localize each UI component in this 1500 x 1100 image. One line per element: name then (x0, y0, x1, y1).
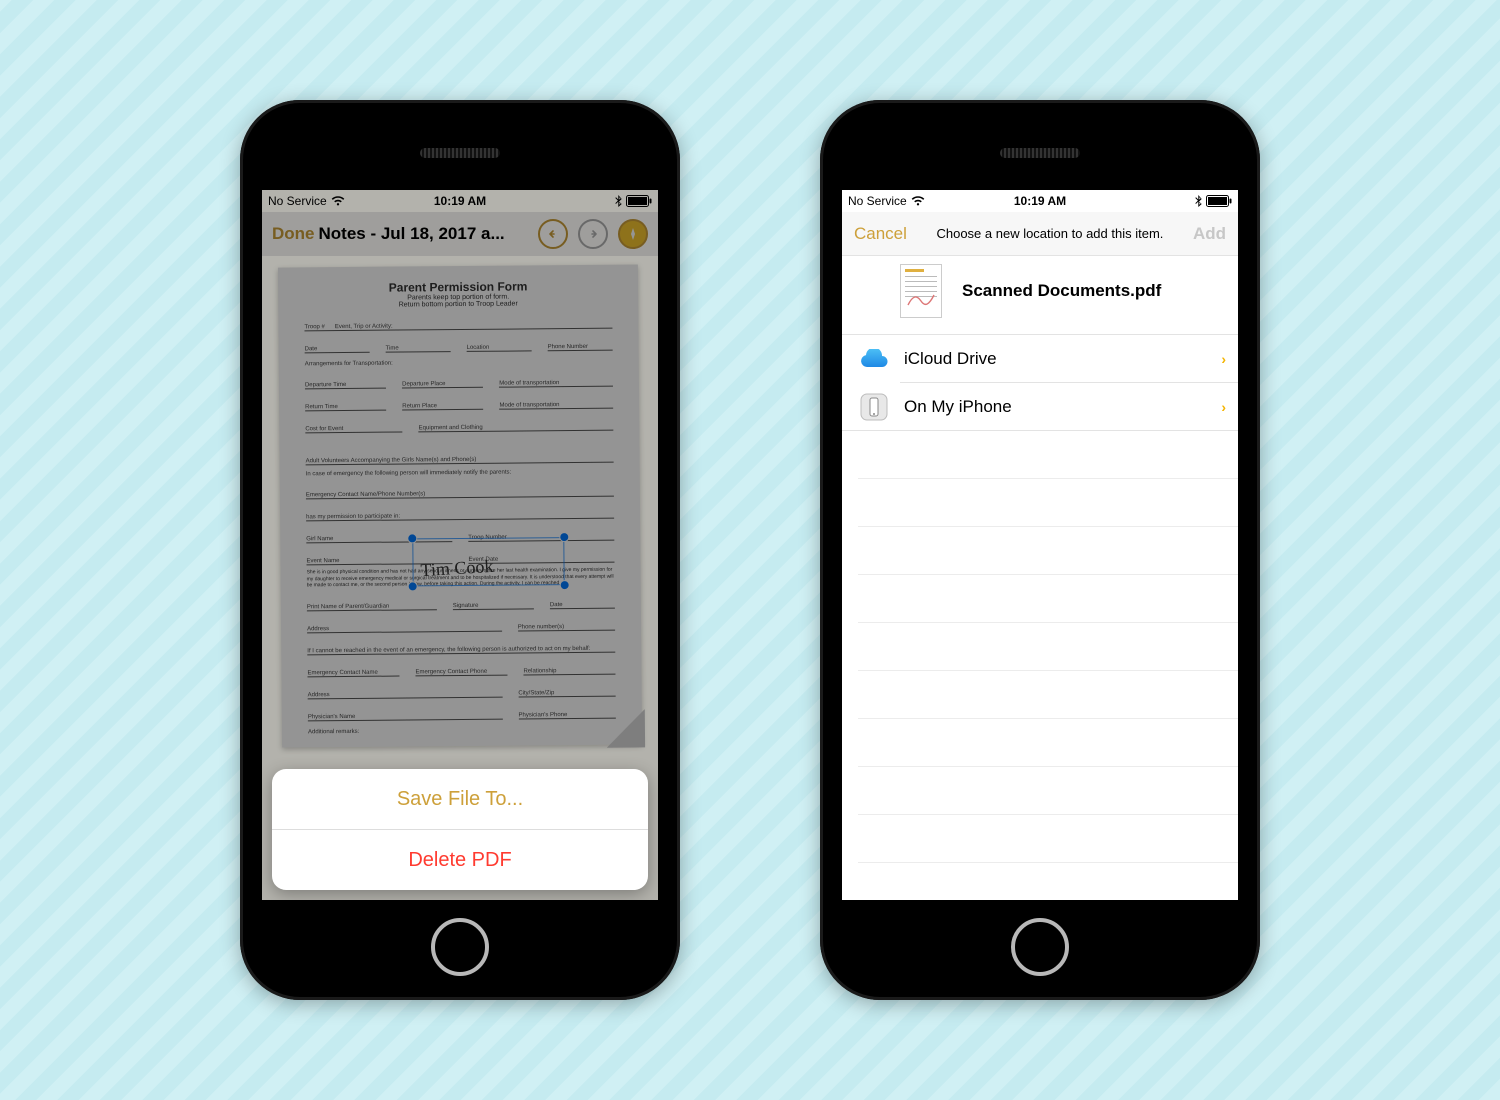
scanned-document-page: Parent Permission Form Parents keep top … (278, 264, 642, 747)
chevron-right-icon: › (1221, 351, 1226, 367)
status-bar: No Service 10:19 AM (842, 190, 1238, 212)
picker-instruction: Choose a new location to add this item. (907, 226, 1193, 241)
location-label: iCloud Drive (904, 349, 1207, 369)
status-time: 10:19 AM (1014, 194, 1066, 208)
list-row-empty (858, 671, 1238, 719)
battery-icon (626, 195, 652, 207)
delete-pdf-button[interactable]: Delete PDF (272, 830, 648, 890)
redo-icon[interactable] (578, 219, 608, 249)
status-time: 10:19 AM (434, 194, 486, 208)
list-row-empty (858, 719, 1238, 767)
battery-icon (1206, 195, 1232, 207)
phone-mockup-left: No Service 10:19 AM Done Notes - Jul 18,… (240, 100, 680, 1000)
list-row-empty (858, 767, 1238, 815)
list-row-empty (858, 623, 1238, 671)
carrier-label: No Service (848, 194, 907, 208)
bluetooth-icon (615, 195, 622, 207)
selection-rect[interactable] (412, 537, 564, 586)
undo-icon[interactable] (538, 219, 568, 249)
add-button-disabled: Add (1193, 224, 1226, 244)
selection-handle-br[interactable] (561, 581, 569, 589)
list-row-empty (858, 479, 1238, 527)
cancel-button[interactable]: Cancel (854, 224, 907, 244)
done-button[interactable]: Done (272, 224, 315, 244)
screen-left: No Service 10:19 AM Done Notes - Jul 18,… (262, 190, 658, 900)
location-icloud-drive[interactable]: iCloud Drive › (842, 335, 1238, 383)
iphone-icon (858, 391, 890, 423)
screen-right: No Service 10:19 AM Cancel Choose a new … (842, 190, 1238, 900)
phone-mockup-right: No Service 10:19 AM Cancel Choose a new … (820, 100, 1260, 1000)
carrier-label: No Service (268, 194, 327, 208)
bluetooth-icon (1195, 195, 1202, 207)
selection-handle-tr[interactable] (560, 533, 568, 541)
selection-handle-bl[interactable] (409, 582, 417, 590)
filename-label: Scanned Documents.pdf (962, 281, 1161, 301)
location-on-my-iphone[interactable]: On My iPhone › (842, 383, 1238, 431)
form-subtitle-2: Return bottom portion to Troop Leader (304, 300, 612, 310)
wifi-icon (911, 196, 925, 206)
phone-speaker (1000, 148, 1080, 158)
list-row-empty (858, 575, 1238, 623)
markup-pen-icon[interactable] (618, 219, 648, 249)
home-button[interactable] (431, 918, 489, 976)
selection-handle-tl[interactable] (408, 534, 416, 542)
document-title: Notes - Jul 18, 2017 a... (319, 224, 505, 244)
save-file-to-button[interactable]: Save File To... (272, 769, 648, 829)
markup-nav-bar: Done Notes - Jul 18, 2017 a... (262, 212, 658, 256)
location-label: On My iPhone (904, 397, 1207, 417)
chevron-right-icon: › (1221, 399, 1226, 415)
phone-speaker (420, 148, 500, 158)
document-thumbnail-icon (900, 264, 942, 318)
file-header-row: Scanned Documents.pdf (842, 256, 1238, 335)
list-row-empty (858, 815, 1238, 863)
home-button[interactable] (1011, 918, 1069, 976)
file-picker-nav: Cancel Choose a new location to add this… (842, 212, 1238, 256)
list-row-empty (858, 527, 1238, 575)
page-fold-corner (607, 709, 645, 747)
wifi-icon (331, 196, 345, 206)
action-sheet: Save File To... Delete PDF (272, 769, 648, 890)
file-picker-body: Scanned Documents.pdf iCloud Drive › On … (842, 256, 1238, 900)
list-row-empty (858, 431, 1238, 479)
status-bar: No Service 10:19 AM (262, 190, 658, 212)
icloud-icon (858, 343, 890, 375)
